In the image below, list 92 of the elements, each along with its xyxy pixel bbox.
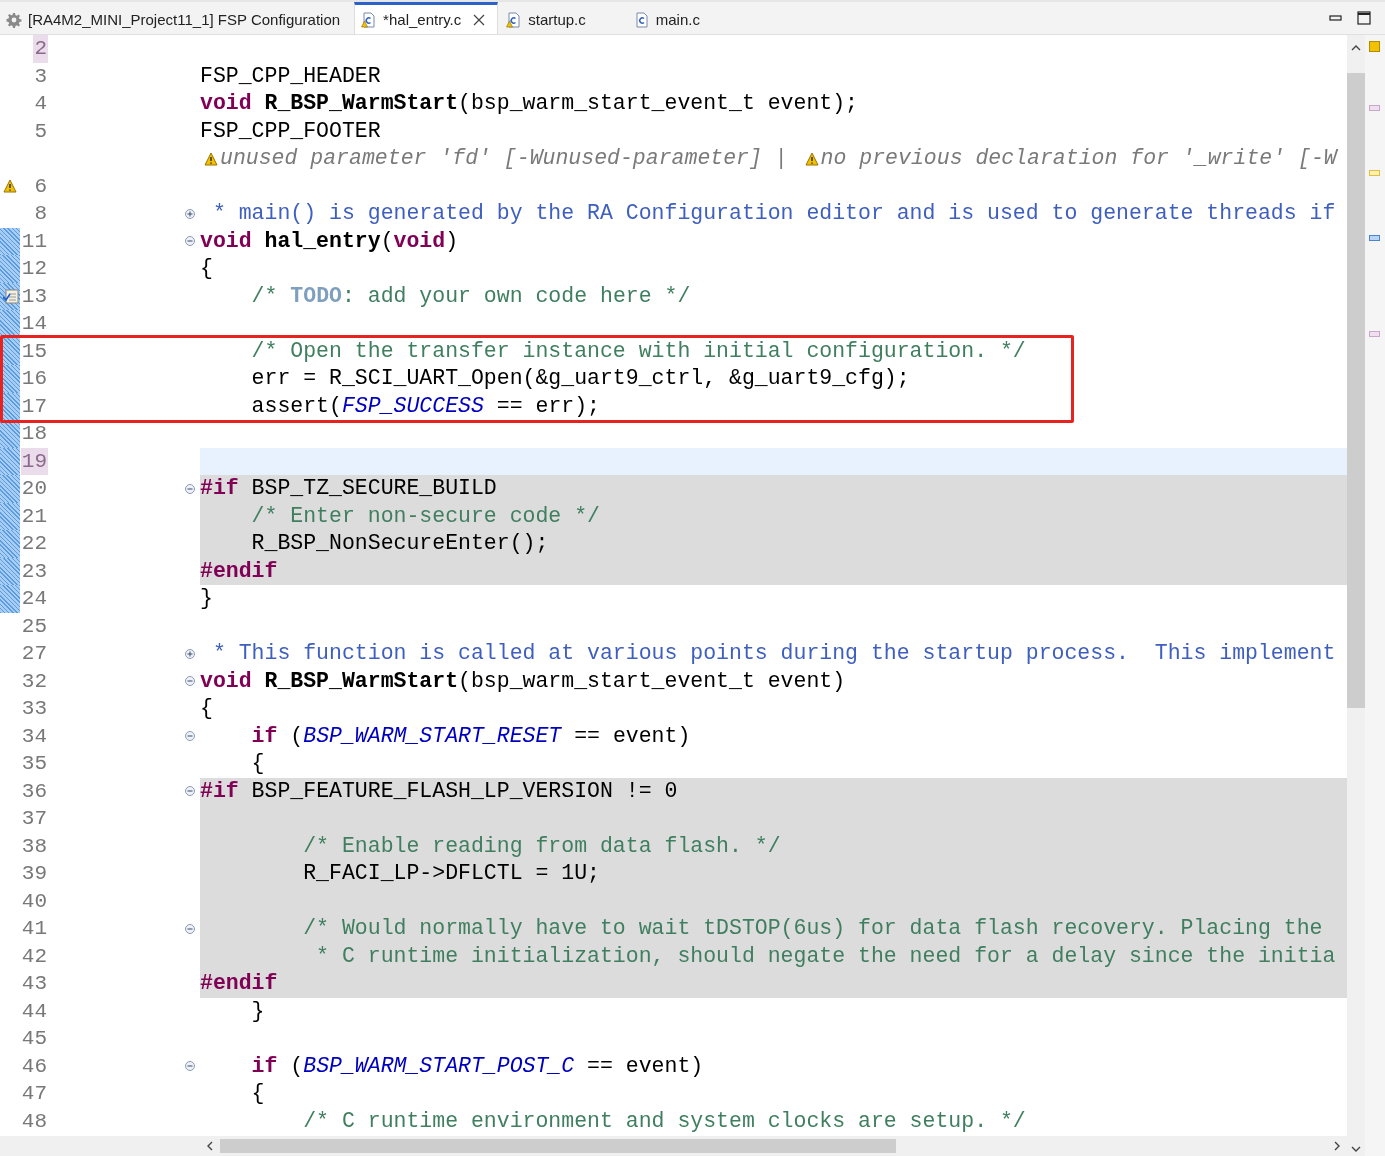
line-number: 5 [33, 118, 48, 145]
line-number: 44 [20, 998, 48, 1025]
line-number: 35 [20, 751, 48, 777]
line-number: 3 [33, 63, 48, 90]
line-number: 40 [20, 888, 48, 915]
horizontal-scrollbar-thumb[interactable] [220, 1139, 896, 1153]
line-number: 20 [20, 476, 48, 502]
vertical-scrollbar-thumb[interactable] [1347, 73, 1365, 708]
maximize-icon[interactable] [1357, 11, 1371, 25]
c-file-warning-icon [361, 11, 378, 28]
line-number: 23 [20, 558, 48, 585]
code-line: * This function is called at various points during the startup process. This implement [211, 640, 1337, 667]
line-number: 18 [20, 421, 48, 447]
line-number: 6 [33, 173, 48, 200]
line-number: 45 [20, 1026, 48, 1052]
overview-marker[interactable] [1369, 105, 1380, 111]
line-number: 46 [20, 1053, 48, 1080]
scroll-left-icon[interactable] [205, 1141, 215, 1151]
expand-icon[interactable] [185, 648, 195, 659]
overview-marker[interactable] [1369, 170, 1380, 176]
line-number: 4 [33, 91, 48, 117]
code-line: /* C runtime environment and system clocks are setup. */ [302, 1107, 1027, 1135]
line-number: 33 [20, 696, 48, 722]
line-number: 2 [33, 35, 48, 63]
warning-icon [804, 151, 819, 166]
line-number: 11 [20, 228, 48, 255]
line-number: 41 [20, 916, 48, 942]
warning-annotation: unused parameter 'fd' [-Wunused-parameter] | no previous declaration for '_write' [-W [200, 145, 1347, 173]
editor-tab[interactable]: [RA4M2_MINI_Project11_1] FSP Configuration [0, 2, 353, 34]
code-line: * main() is generated by the RA Configuration editor and is used to generate threads if [211, 200, 1337, 227]
close-icon[interactable] [473, 13, 486, 26]
code-line: FSP_CPP_HEADER [200, 62, 382, 90]
code-line: } [250, 997, 266, 1025]
code-line: { [250, 750, 266, 777]
gear-icon [6, 11, 22, 28]
line-number: 42 [20, 943, 48, 970]
scroll-right-icon[interactable] [1332, 1141, 1342, 1151]
editor-tab[interactable]: *hal_entry.c [354, 2, 499, 34]
code-line: void R_BSP_WarmStart(bsp_warm_start_event_t event); [200, 90, 859, 117]
line-number: 39 [20, 861, 48, 887]
line-number: 12 [20, 256, 48, 282]
line-number: 43 [20, 971, 48, 997]
collapse-icon[interactable] [185, 236, 195, 247]
collapse-icon[interactable] [185, 1061, 195, 1072]
line-number: 25 [20, 613, 48, 640]
code-line: FSP_CPP_FOOTER [200, 117, 382, 145]
code-line: assert(FSP_SUCCESS == err); [250, 392, 601, 420]
warning-icon [204, 151, 218, 166]
line-number: 36 [20, 778, 48, 805]
c-file-warning-icon [506, 11, 523, 28]
line-number: 21 [20, 503, 48, 530]
overview-status-marker [1369, 41, 1380, 52]
collapse-icon[interactable] [185, 786, 195, 797]
line-number: 15 [20, 338, 48, 365]
line-number: 27 [20, 641, 48, 667]
collapse-icon[interactable] [185, 731, 195, 742]
code-line: void R_BSP_WarmStart(bsp_warm_start_event_t event) [200, 667, 847, 695]
line-number: 17 [20, 393, 48, 420]
line-number: 38 [20, 833, 48, 860]
line-number: 16 [20, 366, 48, 392]
line-number: 24 [20, 586, 48, 612]
code-line: { [200, 255, 214, 282]
line-number: 32 [20, 668, 48, 695]
code-line: if (BSP_WARM_START_POST_C == event) [250, 1052, 705, 1080]
overview-marker[interactable] [1369, 235, 1380, 241]
line-number: 34 [20, 723, 48, 750]
line-number: 14 [20, 311, 48, 337]
line-number: 48 [20, 1108, 48, 1135]
code-line: if (BSP_WARM_START_RESET == event) [250, 722, 692, 750]
line-number: 37 [20, 806, 48, 832]
line-number: 19 [20, 447, 48, 475]
expand-icon[interactable] [185, 208, 195, 219]
line-number: 22 [20, 531, 48, 557]
code-line: /* Open the transfer instance with initial configuration. */ [250, 337, 1027, 365]
code-line: err = R_SCI_UART_Open(&g_uart9_ctrl, &g_uart9_cfg); [250, 365, 911, 392]
code-line: /* TODO: add your own code here */ [250, 282, 692, 310]
editor-tab[interactable]: main.c [627, 2, 712, 34]
editor-tab[interactable]: startup.c [500, 2, 626, 34]
scroll-down-icon[interactable] [1351, 1144, 1361, 1154]
code-line: } [200, 585, 214, 612]
code-line: { [250, 1080, 266, 1107]
scroll-up-icon[interactable] [1351, 43, 1361, 53]
code-line: void hal_entry(void) [200, 227, 460, 255]
collapse-icon[interactable] [185, 676, 195, 687]
line-number: 13 [20, 283, 48, 310]
overview-marker[interactable] [1369, 331, 1380, 337]
code-line: { [200, 695, 214, 722]
line-number: 8 [33, 201, 48, 227]
c-file-icon [633, 11, 650, 28]
collapse-icon[interactable] [185, 923, 195, 934]
line-number: 47 [20, 1081, 48, 1107]
collapse-icon[interactable] [185, 483, 195, 494]
